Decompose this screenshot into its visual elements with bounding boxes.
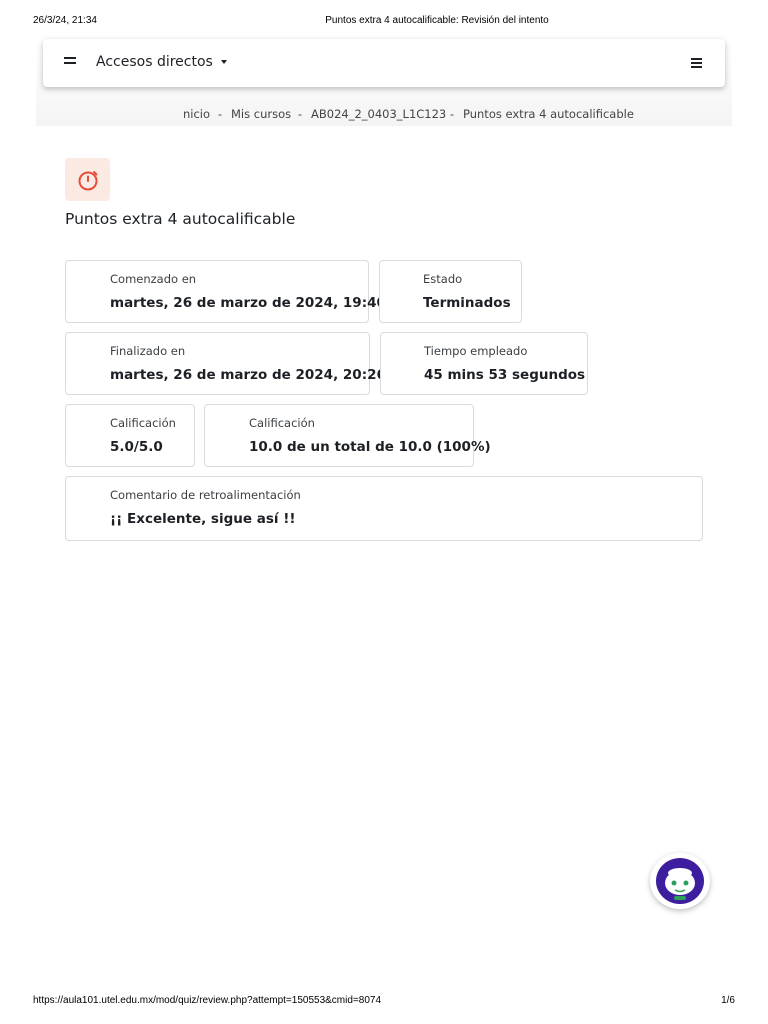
- chatbot-avatar-icon: [656, 858, 704, 904]
- breadcrumb-separator: -: [218, 107, 223, 121]
- state-card: Estado Terminados: [379, 260, 522, 323]
- marks-value: 5.0/5.0: [110, 439, 163, 455]
- print-page-number: 1/6: [721, 995, 735, 1006]
- feedback-label: Comentario de retroalimentación: [110, 488, 301, 502]
- started-label: Comenzado en: [110, 272, 197, 286]
- time-taken-value: 45 mins 53 segundos: [424, 367, 586, 383]
- finished-label: Finalizado en: [110, 344, 186, 358]
- marks-label: Calificación: [110, 416, 176, 430]
- feedback-value: ¡¡ Excelente, sigue así !!: [110, 511, 296, 527]
- chatbot-button[interactable]: [650, 853, 710, 909]
- menu-icon[interactable]: [691, 58, 702, 70]
- page-title: Puntos extra 4 autocalificable: [65, 210, 296, 228]
- breadcrumb-item-inicio[interactable]: nicio: [183, 107, 210, 121]
- shortcuts-dropdown[interactable]: Accesos directos: [96, 54, 227, 70]
- state-label: Estado: [423, 272, 463, 286]
- drawer-toggle-icon[interactable]: [64, 57, 76, 69]
- finished-value: martes, 26 de marzo de 2024, 20:26: [110, 367, 386, 383]
- finished-card: Finalizado en martes, 26 de marzo de 202…: [65, 332, 386, 395]
- top-navbar: Accesos directos: [43, 39, 725, 87]
- stopwatch-icon: [78, 171, 98, 191]
- started-value: martes, 26 de marzo de 2024, 19:40: [110, 295, 386, 311]
- caret-down-icon: [220, 60, 227, 64]
- breadcrumb-item-course[interactable]: AB024_2_0403_L1C123: [311, 107, 446, 121]
- grade-label: Calificación: [249, 416, 315, 430]
- breadcrumb-separator: -: [450, 107, 455, 121]
- breadcrumb-item-mis-cursos[interactable]: Mis cursos: [231, 107, 291, 121]
- time-taken-card: Tiempo empleado 45 mins 53 segundos: [380, 332, 588, 395]
- print-title: Puntos extra 4 autocalificable: Revisión…: [325, 15, 549, 26]
- time-taken-label: Tiempo empleado: [424, 344, 528, 358]
- shortcuts-label: Accesos directos: [96, 54, 213, 70]
- grade-value: 10.0 de un total de 10.0 (100%): [249, 439, 491, 455]
- started-card: Comenzado en martes, 26 de marzo de 2024…: [65, 260, 386, 323]
- marks-card: Calificación 5.0/5.0: [65, 404, 195, 467]
- print-url: https://aula101.utel.edu.mx/mod/quiz/rev…: [33, 995, 382, 1006]
- breadcrumb-separator: -: [298, 107, 303, 121]
- feedback-card: Comentario de retroalimentación ¡¡ Excel…: [65, 476, 703, 541]
- quiz-activity-icon: [65, 158, 110, 201]
- breadcrumb-item-quiz[interactable]: Puntos extra 4 autocalificable: [463, 107, 634, 121]
- state-value: Terminados: [423, 295, 511, 311]
- grade-card: Calificación 10.0 de un total de 10.0 (1…: [204, 404, 491, 467]
